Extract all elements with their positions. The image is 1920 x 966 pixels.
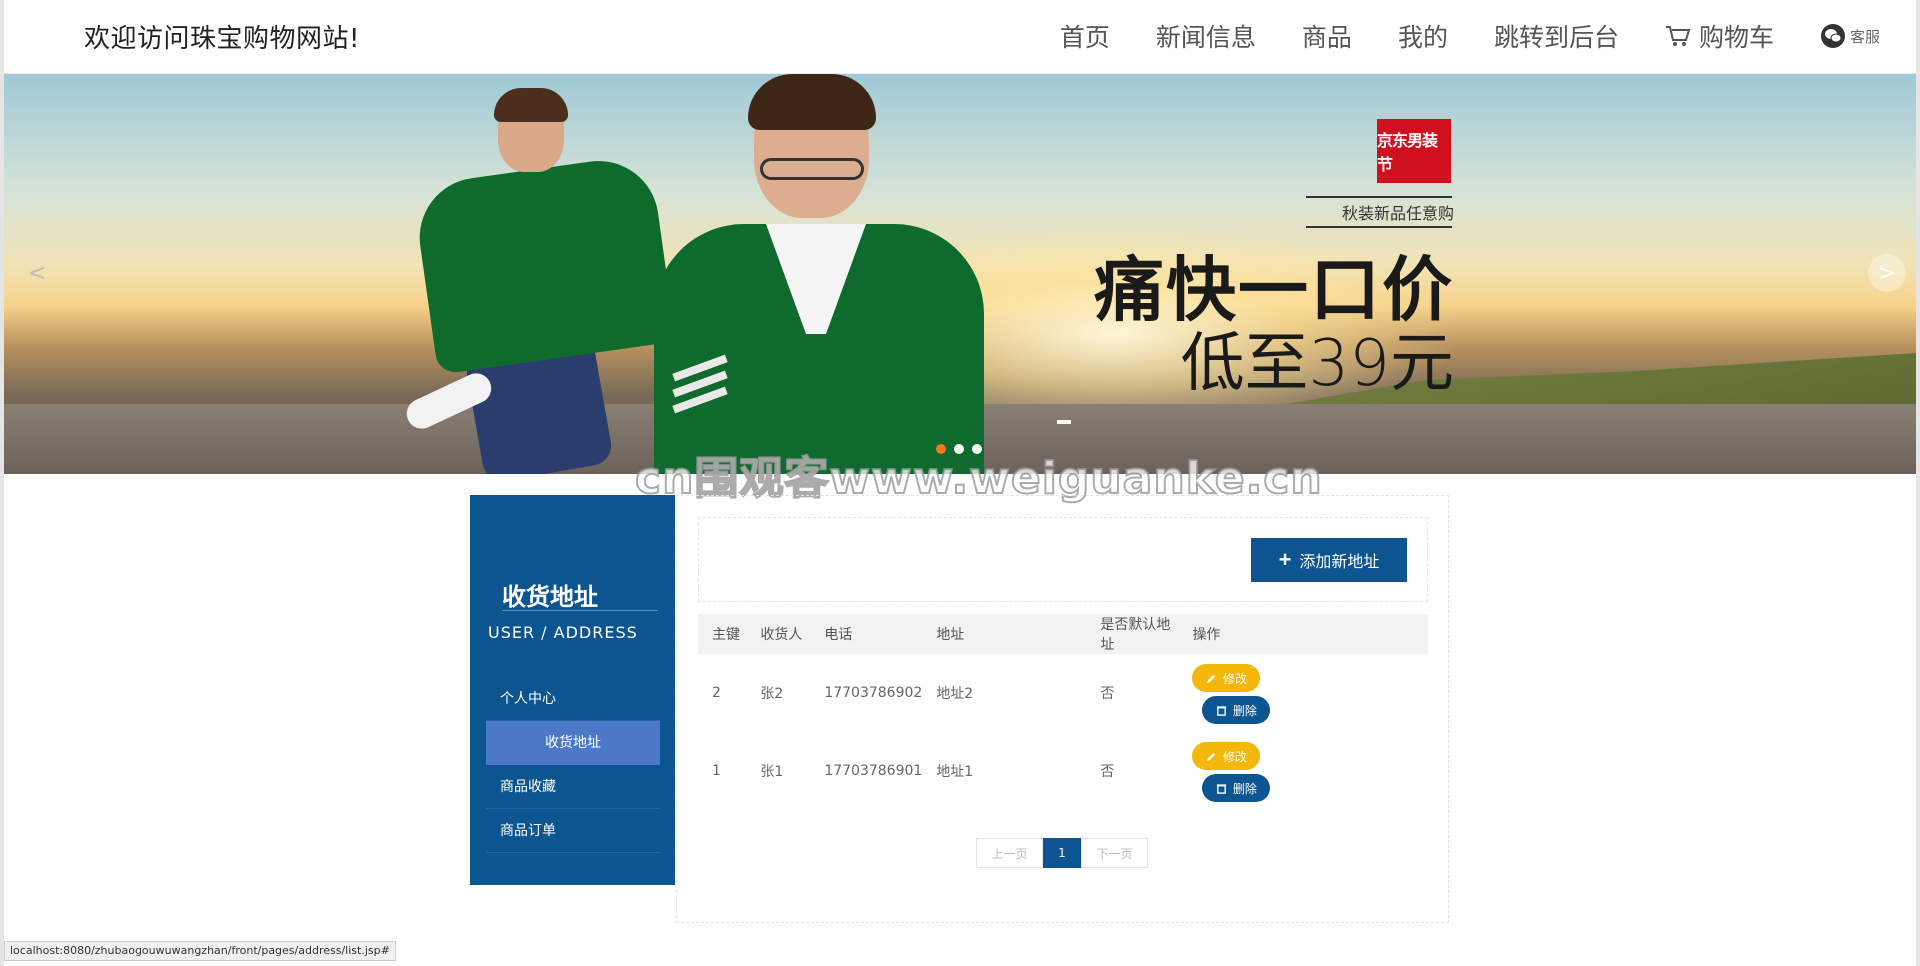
brand-logo: 京东男装节 xyxy=(1377,119,1451,183)
promo-subtitle: 秋装新品任意购 xyxy=(1341,204,1454,223)
table-row: 2 张2 17703786902 地址2 否 修改 删除 xyxy=(698,654,1428,732)
address-content-panel: + 添加新地址 主键 收货人 电话 地址 是否默认地址 操作 2 张2 1770… xyxy=(676,495,1449,923)
trash-icon xyxy=(1216,783,1227,794)
cell-name: 张1 xyxy=(760,764,784,780)
customer-service-label: 客服 xyxy=(1849,27,1880,46)
cell-default: 否 xyxy=(1100,764,1115,780)
sidebar-title: 收货地址 xyxy=(502,583,598,611)
pager-next[interactable]: 下一页 xyxy=(1081,838,1148,868)
cell-phone: 17703786901 xyxy=(824,763,923,779)
cell-id: 2 xyxy=(712,685,721,701)
promo-divider-bottom xyxy=(1306,226,1452,228)
col-header-default: 是否默认地址 xyxy=(1100,617,1171,653)
cell-actions: 修改 删除 xyxy=(1178,654,1428,732)
address-toolbar: + 添加新地址 xyxy=(698,517,1428,602)
cell-default: 否 xyxy=(1100,686,1115,702)
wechat-icon xyxy=(1820,24,1845,48)
site-header: 欢迎访问珠宝购物网站! 首页 新闻信息 商品 我的 跳转到后台 购物车 客服 xyxy=(4,0,1916,74)
banner-road-mark xyxy=(1057,420,1071,424)
pagination: 上一页 1 下一页 xyxy=(976,838,1148,868)
banner-next-arrow[interactable]: > xyxy=(1868,254,1906,292)
add-address-label: 添加新地址 xyxy=(1299,554,1380,571)
plus-icon: + xyxy=(1278,547,1292,572)
browser-status-url: localhost:8080/zhubaogouwuwangzhan/front… xyxy=(4,941,396,961)
banner-prev-arrow[interactable]: < xyxy=(18,254,56,292)
nav-mine[interactable]: 我的 xyxy=(1398,18,1448,54)
sidebar-item-profile[interactable]: 个人中心 xyxy=(486,677,660,721)
sidebar-menu: 个人中心 收货地址 商品收藏 商品订单 xyxy=(486,677,660,853)
delete-button[interactable]: 删除 xyxy=(1202,696,1271,724)
customer-service-link[interactable]: 客服 xyxy=(1820,23,1880,49)
edit-label: 修改 xyxy=(1222,749,1247,764)
model-right-hair xyxy=(748,74,876,130)
cell-id: 1 xyxy=(712,763,721,779)
sidebar-title-divider xyxy=(502,610,658,611)
nav-products[interactable]: 商品 xyxy=(1302,18,1352,54)
cell-phone: 17703786902 xyxy=(824,685,923,701)
model-left-cardigan xyxy=(411,153,677,375)
col-header-address: 地址 xyxy=(936,627,965,643)
nav-admin[interactable]: 跳转到后台 xyxy=(1494,18,1619,54)
site-title: 欢迎访问珠宝购物网站! xyxy=(84,24,360,54)
delete-button[interactable]: 删除 xyxy=(1202,774,1271,802)
pencil-icon xyxy=(1206,752,1216,761)
nav-home[interactable]: 首页 xyxy=(1060,18,1110,54)
promo-banner[interactable]: 京东男装节 秋装新品任意购 痛快一口价 低至39元 < > xyxy=(4,74,1916,474)
col-header-actions: 操作 xyxy=(1192,627,1221,643)
delete-label: 删除 xyxy=(1232,703,1257,718)
col-header-name: 收货人 xyxy=(760,627,803,643)
promo-divider-top xyxy=(1306,196,1452,198)
nav-cart[interactable]: 购物车 xyxy=(1665,18,1774,54)
add-address-button[interactable]: + 添加新地址 xyxy=(1251,538,1407,582)
delete-label: 删除 xyxy=(1232,781,1257,796)
model-left-hair xyxy=(494,88,568,122)
window-frame-right xyxy=(1916,0,1920,966)
cell-name: 张2 xyxy=(760,686,784,702)
col-header-phone: 电话 xyxy=(824,627,853,643)
nav-cart-label: 购物车 xyxy=(1698,23,1774,52)
pencil-icon xyxy=(1206,674,1216,683)
trash-icon xyxy=(1216,705,1227,716)
model-right-glasses xyxy=(760,158,864,180)
address-table: 主键 收货人 电话 地址 是否默认地址 操作 2 张2 17703786902 … xyxy=(698,614,1428,810)
sidebar-item-favorites[interactable]: 商品收藏 xyxy=(486,765,660,809)
sidebar-item-orders[interactable]: 商品订单 xyxy=(486,809,660,853)
col-header-id: 主键 xyxy=(712,627,740,643)
edit-button[interactable]: 修改 xyxy=(1192,664,1261,692)
nav-news[interactable]: 新闻信息 xyxy=(1156,18,1256,54)
table-row: 1 张1 17703786901 地址1 否 修改 删除 xyxy=(698,732,1428,810)
promo-price: 低至39元 xyxy=(1180,327,1454,401)
pager-prev[interactable]: 上一页 xyxy=(976,838,1043,868)
sidebar-item-address[interactable]: 收货地址 xyxy=(486,721,660,765)
user-sidebar: 收货地址 USER / ADDRESS 个人中心 收货地址 商品收藏 商品订单 xyxy=(470,495,675,885)
main-nav: 首页 新闻信息 商品 我的 跳转到后台 购物车 客服 xyxy=(1060,16,1916,56)
pager-current-page[interactable]: 1 xyxy=(1043,838,1081,868)
sidebar-subtitle: USER / ADDRESS xyxy=(488,623,638,642)
cart-icon xyxy=(1665,26,1691,46)
cell-address: 地址1 xyxy=(936,764,974,780)
table-header-row: 主键 收货人 电话 地址 是否默认地址 操作 xyxy=(698,614,1428,654)
cell-actions: 修改 删除 xyxy=(1178,732,1428,810)
edit-button[interactable]: 修改 xyxy=(1192,742,1261,770)
edit-label: 修改 xyxy=(1222,671,1247,686)
cell-address: 地址2 xyxy=(936,686,974,702)
